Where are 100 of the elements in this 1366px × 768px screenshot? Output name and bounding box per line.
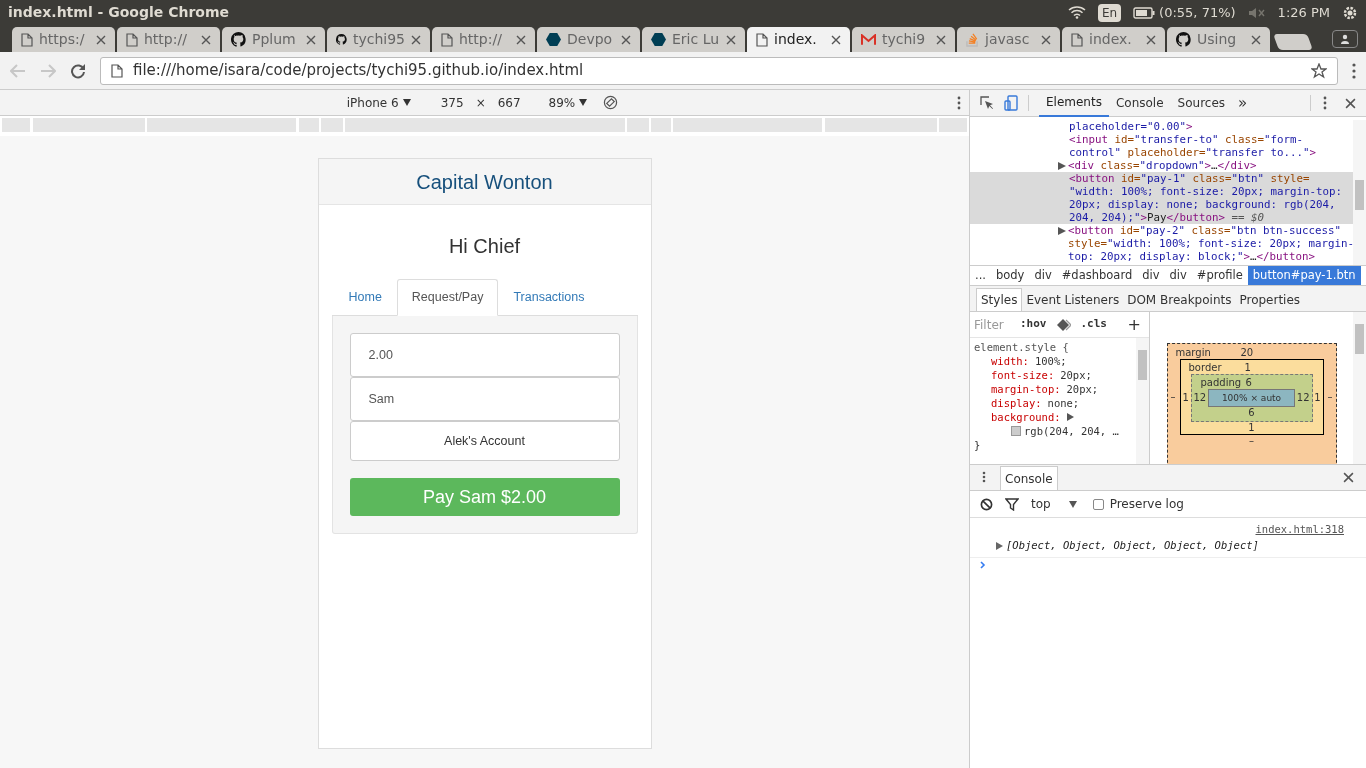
dom-node[interactable]: placeholder="0.00"> (970, 120, 1353, 133)
box-value: 6 (1245, 377, 1252, 389)
browser-tab[interactable]: javasc (957, 27, 1060, 52)
breadcrumb[interactable]: div (1164, 265, 1192, 286)
box-value: – (1170, 391, 1177, 403)
code-line: 204, 204);">Pay</button> == $0 (1069, 211, 1266, 224)
css-value[interactable]: 20px; (1060, 368, 1092, 382)
add-rule-button[interactable]: + (1127, 312, 1141, 337)
box-value: 1 (1313, 392, 1321, 404)
code-line: placeholder="0.00"> (1069, 120, 1193, 133)
tab-title: Using (1197, 30, 1237, 49)
box-value: 1 (1182, 392, 1190, 404)
breadcrumb[interactable]: ... (970, 265, 991, 286)
box-value: 6 (1247, 407, 1256, 419)
css-value[interactable]: rgb(204, 204, … (1024, 424, 1119, 438)
tab-title: index. (1089, 30, 1132, 49)
breadcrumb[interactable]: body (990, 265, 1030, 286)
breadcrumb[interactable]: #dashboard (1056, 265, 1138, 286)
amount-field[interactable]: 2.00 (349, 333, 620, 377)
css-value[interactable]: 20px; (1066, 382, 1099, 396)
class-toggle[interactable]: .cls (1080, 316, 1107, 333)
box-value: 12 (1296, 392, 1310, 404)
brand-title: Capital Wonton (416, 169, 553, 195)
devtools-tab[interactable]: Sources (1170, 89, 1233, 117)
browser-tab[interactable]: index. (1062, 27, 1165, 52)
code-line: "width: 100%; font-size: 20px; margin-top: (1069, 185, 1342, 198)
code-line: 20px; display: none; background: rgb(204, (1069, 198, 1337, 211)
width-field[interactable]: 375 (440, 93, 464, 112)
code-line: <div class="dropdown">…</div> (1068, 159, 1257, 172)
css-property[interactable]: font-size: (991, 368, 1055, 382)
dom-node[interactable]: <button id="pay-2" class="btn btn-success" style="width: 100%; font-size: 20px; margin- top: 20px; display: block;">…</button> (970, 224, 1353, 263)
content-box: 100% × auto (1208, 389, 1295, 407)
browser-tab[interactable]: Using (1167, 27, 1270, 52)
console-drawer-tab[interactable]: Console (1000, 466, 1058, 490)
dom-node[interactable]: <button id="pay-1" class="btn" style= "width: 100%; font-size: 20px; margin-top: 20px; display: none; background: rgb(204, 204, 204);">Pay</button> == $0 (970, 172, 1353, 224)
code-line: <button id="pay-1" class="btn" style= (1069, 172, 1311, 185)
breadcrumb[interactable]: #profile (1191, 265, 1248, 286)
url-text: file:///home/isara/code/projects/tychi95.github.io/index.html (133, 60, 584, 82)
nav-tab[interactable]: Transactions (498, 279, 600, 316)
code-line: <button id="pay-2" class="btn btn-success" (1068, 224, 1343, 237)
tab-title: Pplum (252, 30, 296, 49)
browser-tab[interactable]: Devpo (537, 27, 640, 52)
browser-tab[interactable]: Eric Lu (642, 27, 745, 52)
css-property[interactable]: margin-top: (991, 382, 1061, 396)
nav-tab[interactable]: Home (333, 279, 397, 316)
css-value[interactable]: 100%; (1034, 354, 1067, 368)
code-line: top: 20px; display: block;">…</button> (1068, 250, 1317, 263)
styles-tab[interactable]: Properties (1235, 288, 1305, 311)
preserve-log-label: Preserve log (1109, 496, 1184, 513)
account-dropdown[interactable]: Alek's Account (349, 421, 620, 461)
css-property[interactable]: background: (991, 410, 1061, 424)
box-value: 1 (1247, 422, 1256, 434)
tab-title: tychi9 (882, 30, 926, 49)
css-property[interactable]: display: (991, 396, 1042, 410)
dom-node[interactable]: <div class="dropdown">…</div> (970, 159, 1353, 172)
breadcrumb[interactable]: button#pay-1.btn (1247, 265, 1361, 286)
language-indicator[interactable]: En (1097, 3, 1122, 22)
browser-tab[interactable]: https:/ (12, 27, 115, 52)
browser-tab[interactable]: http:// (432, 27, 535, 52)
browser-tab[interactable]: tychi95 (327, 27, 430, 52)
browser-tab[interactable]: http:// (117, 27, 220, 52)
rule-selector: element.style { (974, 340, 1070, 354)
breadcrumb[interactable]: div (1029, 265, 1057, 286)
styles-tab[interactable]: DOM Breakpoints (1123, 288, 1236, 311)
code-line: style="width: 100%; font-size: 20px; margin- (1068, 237, 1355, 250)
context-select[interactable]: top (1031, 495, 1077, 513)
styles-tab[interactable]: Styles (976, 288, 1023, 311)
box-value: 20 (1240, 347, 1254, 359)
dom-node[interactable]: <input id="transfer-to" class="form- control" placeholder="transfer to..."> (970, 133, 1353, 159)
height-field[interactable]: 667 (497, 93, 521, 112)
console-message[interactable]: [Object, Object, Object, Object, Object] (1006, 537, 1259, 554)
greeting: Hi Chief (447, 234, 522, 259)
nav-tab[interactable]: Request/Pay (396, 279, 499, 316)
box-label: padding (1199, 377, 1243, 389)
browser-tab[interactable]: index. (747, 27, 850, 52)
address-bar[interactable]: file:///home/isara/code/projects/tychi95.github.io/index.html (100, 56, 1338, 85)
more-tabs-button[interactable]: » (1232, 91, 1254, 115)
clock[interactable]: 1:26 PM (1277, 2, 1330, 23)
tab-title: Devpo (567, 30, 613, 49)
browser-tab[interactable]: Pplum (222, 27, 325, 52)
zoom-select[interactable]: 89% (548, 93, 588, 112)
devtools-tab[interactable]: Console (1108, 89, 1171, 117)
browser-tab[interactable]: tychi9 (852, 27, 955, 52)
device-select[interactable]: iPhone 6 (346, 93, 411, 112)
hover-toggle[interactable]: :hov (1020, 316, 1047, 333)
source-link[interactable]: index.html:318 (1255, 522, 1344, 538)
tab-title: javasc (985, 30, 1030, 49)
rule-close: } (974, 438, 982, 452)
breadcrumb[interactable]: div (1137, 265, 1165, 286)
code-line: control" placeholder="transfer to..."> (1069, 146, 1317, 159)
recipient-field[interactable]: Sam (349, 377, 620, 421)
css-property[interactable]: width: (991, 354, 1029, 368)
tab-title: index. (774, 30, 817, 49)
css-value[interactable]: none; (1047, 396, 1080, 410)
box-value: – (1248, 435, 1255, 447)
box-value: 1 (1244, 362, 1251, 374)
tab-title: http:// (459, 30, 502, 49)
styles-tab[interactable]: Event Listeners (1022, 288, 1124, 311)
box-value: 12 (1193, 392, 1207, 404)
tab-title: http:// (144, 30, 187, 49)
